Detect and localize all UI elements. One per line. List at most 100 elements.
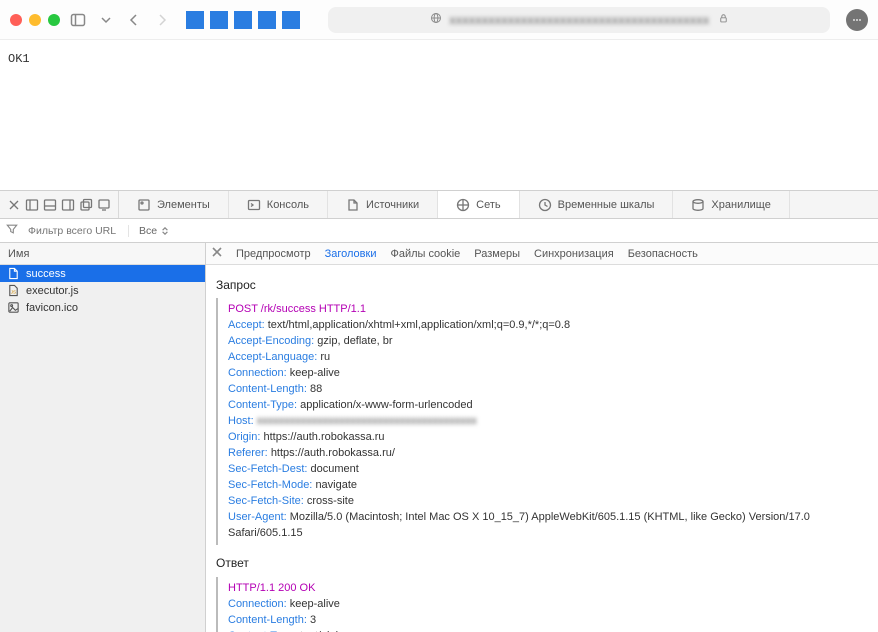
devtools-dock-controls (0, 191, 119, 218)
header-key: Referer: (228, 447, 268, 459)
zoom-window-button[interactable] (48, 14, 60, 26)
resource-name: favicon.ico (26, 302, 78, 314)
header-value: Mozilla/5.0 (Macintosh; Intel Mac OS X 1… (228, 511, 810, 539)
devtools-tab-label: Временные шкалы (558, 199, 655, 211)
devtools-tab-label: Консоль (267, 199, 309, 211)
network-resource-list: Имя successJSexecutor.jsfavicon.ico (0, 243, 206, 632)
request-headers-block: POST /rk/success HTTP/1.1Accept: text/ht… (216, 298, 868, 545)
network-detail-pane: Предпросмотр Заголовки Файлы cookie Размеры… (206, 243, 878, 632)
detail-subtabs: Предпросмотр Заголовки Файлы cookie Размеры… (206, 243, 878, 265)
detail-subtab[interactable]: Размеры (474, 248, 520, 260)
devtools-tab-2[interactable]: Источники (328, 191, 438, 218)
resource-row[interactable]: favicon.ico (0, 299, 205, 316)
resource-name: success (26, 268, 66, 280)
close-detail-button[interactable] (212, 247, 222, 260)
favorite-icon[interactable] (234, 11, 252, 29)
devtools-tabbar: Элементы Консоль Источники Сеть Временные шк… (0, 191, 878, 219)
http-status-line: HTTP/1.1 200 OK (228, 581, 868, 597)
devtools-tab-label: Источники (366, 199, 419, 211)
header-row: Sec-Fetch-Site: cross-site (228, 494, 868, 510)
chevron-down-icon[interactable] (96, 10, 116, 30)
favorite-icon[interactable] (210, 11, 228, 29)
favorite-icon[interactable] (282, 11, 300, 29)
header-key: Connection: (228, 598, 287, 610)
header-row: Sec-Fetch-Mode: navigate (228, 478, 868, 494)
header-value: application/x-www-form-urlencoded (300, 399, 472, 411)
device-button[interactable] (96, 197, 112, 213)
header-key: Content-Length: (228, 383, 307, 395)
header-row: Host: xxxxxxxxxxxxxxxxxxxxxxxxxxxxxxxxxx… (228, 414, 868, 430)
header-value: 3 (310, 614, 316, 626)
address-text: xxxxxxxxxxxxxxxxxxxxxxxxxxxxxxxxxxxxxxxx (450, 13, 710, 27)
back-button[interactable] (124, 10, 144, 30)
favorites-row (186, 11, 300, 29)
header-key: Accept-Encoding: (228, 335, 314, 347)
detail-subtab[interactable]: Предпросмотр (236, 248, 311, 260)
detail-subtab[interactable]: Файлы cookie (390, 248, 460, 260)
address-bar[interactable]: xxxxxxxxxxxxxxxxxxxxxxxxxxxxxxxxxxxxxxxx (328, 7, 830, 33)
dock-right-button[interactable] (60, 197, 76, 213)
resource-row[interactable]: JSexecutor.js (0, 282, 205, 299)
close-devtools-button[interactable] (6, 197, 22, 213)
filter-type-dropdown[interactable]: Все (128, 225, 169, 237)
devtools-split: Имя successJSexecutor.jsfavicon.ico Пред… (0, 243, 878, 632)
header-key: Connection: (228, 367, 287, 379)
minimize-window-button[interactable] (29, 14, 41, 26)
header-key: Sec-Fetch-Site: (228, 495, 304, 507)
detail-subtab[interactable]: Синхронизация (534, 248, 614, 260)
forward-button[interactable] (152, 10, 172, 30)
resource-kind-icon (6, 301, 20, 315)
devtools-tab-label: Хранилище (711, 199, 770, 211)
devtools-tab-4[interactable]: Временные шкалы (520, 191, 674, 218)
window-chrome: xxxxxxxxxxxxxxxxxxxxxxxxxxxxxxxxxxxxxxxx (0, 0, 878, 40)
undock-button[interactable] (78, 197, 94, 213)
header-value: document (311, 463, 359, 475)
sidebar-toggle-button[interactable] (68, 10, 88, 30)
header-value: https://auth.robokassa.ru/ (271, 447, 395, 459)
header-key: Accept-Language: (228, 351, 317, 363)
resource-kind-icon (6, 267, 20, 281)
detail-subtab[interactable]: Безопасность (628, 248, 698, 260)
devtools-tab-0[interactable]: Элементы (119, 191, 229, 218)
header-value: navigate (315, 479, 357, 491)
header-row: Connection: keep-alive (228, 597, 868, 613)
devtools-filter-bar: Все (0, 219, 878, 243)
devtools-tab-label: Элементы (157, 199, 210, 211)
header-value: keep-alive (290, 598, 340, 610)
devtools-tab-5[interactable]: Хранилище (673, 191, 789, 218)
dock-left-button[interactable] (24, 197, 40, 213)
detail-subtab[interactable]: Заголовки (325, 248, 377, 260)
header-row: Content-Length: 3 (228, 613, 868, 629)
header-value: xxxxxxxxxxxxxxxxxxxxxxxxxxxxxxxxxxxxxxxx (257, 415, 477, 427)
devtools-panel: Элементы Консоль Источники Сеть Временные шк… (0, 190, 878, 632)
header-row: Content-Type: text/plain (228, 629, 868, 632)
filter-input[interactable] (28, 225, 118, 237)
header-value: ru (320, 351, 330, 363)
header-key: Content-Type: (228, 399, 297, 411)
devtools-tab-3[interactable]: Сеть (438, 191, 519, 218)
page-content: OK1 (0, 40, 878, 190)
header-row: Accept: text/html,application/xhtml+xml,… (228, 318, 868, 334)
more-button[interactable] (846, 9, 868, 31)
close-window-button[interactable] (10, 14, 22, 26)
header-row: User-Agent: Mozilla/5.0 (Macintosh; Inte… (228, 510, 868, 542)
favorite-icon[interactable] (186, 11, 204, 29)
header-value: cross-site (307, 495, 354, 507)
header-key: Sec-Fetch-Mode: (228, 479, 312, 491)
favorite-icon[interactable] (258, 11, 276, 29)
lock-icon[interactable] (718, 13, 729, 27)
site-settings-icon[interactable] (430, 12, 442, 27)
header-row: Content-Type: application/x-www-form-url… (228, 398, 868, 414)
header-value: gzip, deflate, br (317, 335, 392, 347)
resource-row[interactable]: success (0, 265, 205, 282)
devtools-tab-1[interactable]: Консоль (229, 191, 328, 218)
dock-bottom-button[interactable] (42, 197, 58, 213)
response-headers-block: HTTP/1.1 200 OKConnection: keep-aliveCon… (216, 577, 868, 632)
header-row: Connection: keep-alive (228, 366, 868, 382)
header-value: text/html,application/xhtml+xml,applicat… (268, 319, 570, 331)
header-value: keep-alive (290, 367, 340, 379)
filter-icon[interactable] (6, 223, 18, 238)
header-row: Origin: https://auth.robokassa.ru (228, 430, 868, 446)
header-key: Origin: (228, 431, 260, 443)
header-key: Host: (228, 415, 254, 427)
